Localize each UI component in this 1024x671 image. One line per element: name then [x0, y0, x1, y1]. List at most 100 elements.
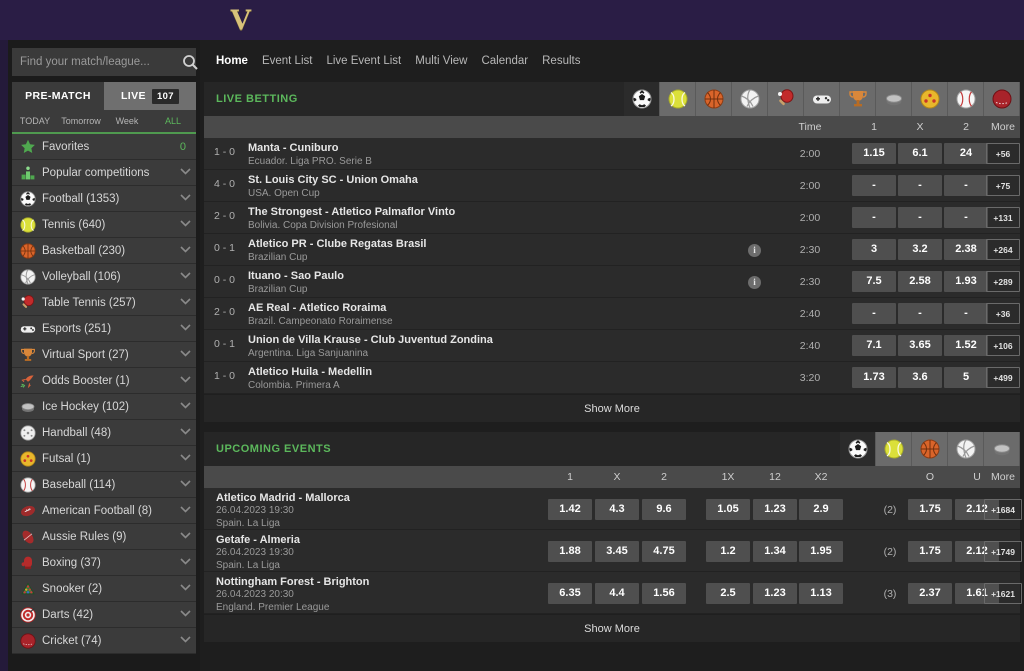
sidebar-item-baseball-114[interactable]: Baseball (114)	[12, 472, 196, 498]
live-event-row[interactable]: 1 - 0 Atletico Huila - Medellin Colombia. …	[204, 362, 1020, 394]
event-teams[interactable]: Getafe - Almeria	[216, 534, 300, 546]
chevron-down-icon[interactable]	[174, 531, 196, 542]
odd-button-1x2[interactable]: 3.45	[595, 541, 639, 562]
odd-button-double-chance[interactable]: 2.9	[799, 499, 843, 520]
odd-button[interactable]: -	[944, 175, 988, 196]
odd-button[interactable]: 24	[944, 143, 988, 164]
nav-item-results[interactable]: Results	[542, 55, 580, 67]
more-markets-button[interactable]: +289	[986, 271, 1020, 292]
more-markets-button[interactable]: +56	[986, 143, 1020, 164]
sidebar-item-popular-competitions[interactable]: Popular competitions	[12, 160, 196, 186]
event-teams[interactable]: Manta - Cuniburo	[248, 142, 338, 154]
chevron-down-icon[interactable]	[174, 583, 196, 594]
odd-button[interactable]: -	[898, 207, 942, 228]
live-event-row[interactable]: 0 - 1 Atletico PR - Clube Regatas Brasil B…	[204, 234, 1020, 266]
more-markets-button[interactable]: +1684	[984, 499, 1022, 520]
event-teams[interactable]: Atletico PR - Clube Regatas Brasil	[248, 238, 427, 250]
odd-button[interactable]: -	[852, 175, 896, 196]
sport-tab-football[interactable]	[840, 432, 876, 466]
chevron-down-icon[interactable]	[174, 557, 196, 568]
upcoming-show-more-button[interactable]: Show More	[204, 614, 1020, 642]
live-event-row[interactable]: 4 - 0 St. Louis City SC - Union Omaha USA.…	[204, 170, 1020, 202]
sport-tab-baseball[interactable]	[948, 82, 984, 116]
odd-button-double-chance[interactable]: 1.13	[799, 583, 843, 604]
odd-button-over-under[interactable]: 2.37	[908, 583, 952, 604]
odd-button[interactable]: 1.73	[852, 367, 896, 388]
odd-button[interactable]: 3.6	[898, 367, 942, 388]
more-markets-button[interactable]: +1749	[984, 541, 1022, 562]
odd-button[interactable]: -	[852, 207, 896, 228]
odd-button[interactable]: 3	[852, 239, 896, 260]
sidebar-item-favorites[interactable]: Favorites 0	[12, 134, 196, 160]
sport-tab-cricket-ball[interactable]	[984, 82, 1020, 116]
sidebar-item-odds-booster-1[interactable]: Odds Booster (1)	[12, 368, 196, 394]
chevron-down-icon[interactable]	[174, 349, 196, 360]
live-event-row[interactable]: 1 - 0 Manta - Cuniburo Ecuador. Liga PRO. …	[204, 138, 1020, 170]
odd-button-double-chance[interactable]: 1.23	[753, 583, 797, 604]
odd-button[interactable]: 7.5	[852, 271, 896, 292]
odd-button-1x2[interactable]: 4.75	[642, 541, 686, 562]
sidebar-tab-live[interactable]: LIVE 107	[104, 82, 196, 110]
odd-button-1x2[interactable]: 4.4	[595, 583, 639, 604]
odd-button[interactable]: 1.15	[852, 143, 896, 164]
odd-button-1x2[interactable]: 9.6	[642, 499, 686, 520]
chevron-down-icon[interactable]	[174, 193, 196, 204]
chevron-down-icon[interactable]	[174, 323, 196, 334]
more-markets-button[interactable]: +106	[986, 335, 1020, 356]
sidebar-item-cricket-74[interactable]: Cricket (74)	[12, 628, 196, 654]
sport-tab-volleyball[interactable]	[732, 82, 768, 116]
odd-button[interactable]: 7.1	[852, 335, 896, 356]
sport-tab-futsal[interactable]	[912, 82, 948, 116]
odd-button-double-chance[interactable]: 1.23	[753, 499, 797, 520]
chevron-down-icon[interactable]	[174, 219, 196, 230]
event-teams[interactable]: Ituano - Sao Paulo	[248, 270, 344, 282]
event-teams[interactable]: Union de Villa Krause - Club Juventud Zo…	[248, 334, 493, 346]
more-markets-button[interactable]: +131	[986, 207, 1020, 228]
brand-logo[interactable]: V	[227, 5, 255, 35]
chevron-down-icon[interactable]	[174, 271, 196, 282]
more-markets-button[interactable]: +75	[986, 175, 1020, 196]
chevron-down-icon[interactable]	[174, 167, 196, 178]
sport-tab-tennis[interactable]	[660, 82, 696, 116]
nav-item-event-list[interactable]: Event List	[262, 55, 313, 67]
event-teams[interactable]: St. Louis City SC - Union Omaha	[248, 174, 418, 186]
odd-button[interactable]: 2.38	[944, 239, 988, 260]
event-teams[interactable]: Atletico Madrid - Mallorca	[216, 492, 350, 504]
odd-button-1x2[interactable]: 4.3	[595, 499, 639, 520]
sidebar-item-esports-251[interactable]: Esports (251)	[12, 316, 196, 342]
sidebar-item-boxing-37[interactable]: Boxing (37)	[12, 550, 196, 576]
chevron-down-icon[interactable]	[174, 297, 196, 308]
sidebar-item-football-1353[interactable]: Football (1353)	[12, 186, 196, 212]
odd-button[interactable]: 6.1	[898, 143, 942, 164]
odd-button-over-under[interactable]: 1.75	[908, 541, 952, 562]
upcoming-event-row[interactable]: Getafe - Almeria 26.04.2023 19:30 Spain. L…	[204, 530, 1022, 572]
sidebar-item-handball-48[interactable]: Handball (48)	[12, 420, 196, 446]
odd-button-double-chance[interactable]: 1.95	[799, 541, 843, 562]
odd-button[interactable]: -	[944, 207, 988, 228]
sidebar-item-futsal-1[interactable]: Futsal (1)	[12, 446, 196, 472]
odd-button[interactable]: -	[898, 303, 942, 324]
sport-tab-hockey-puck[interactable]	[984, 432, 1020, 466]
nav-item-live-event-list[interactable]: Live Event List	[326, 55, 401, 67]
odd-button[interactable]: 3.2	[898, 239, 942, 260]
odd-button-1x2[interactable]: 1.88	[548, 541, 592, 562]
live-event-row[interactable]: 2 - 0 AE Real - Atletico Roraima Brazil. C…	[204, 298, 1020, 330]
more-markets-button[interactable]: +264	[986, 239, 1020, 260]
event-teams[interactable]: The Strongest - Atletico Palmaflor Vinto	[248, 206, 455, 218]
sidebar-item-darts-42[interactable]: Darts (42)	[12, 602, 196, 628]
chevron-down-icon[interactable]	[174, 453, 196, 464]
odd-button-double-chance[interactable]: 1.34	[753, 541, 797, 562]
nav-item-home[interactable]: Home	[216, 55, 248, 67]
chevron-down-icon[interactable]	[174, 245, 196, 256]
sidebar-item-volleyball-106[interactable]: Volleyball (106)	[12, 264, 196, 290]
sidebar-item-table-tennis-257[interactable]: Table Tennis (257)	[12, 290, 196, 316]
sport-tab-tennis[interactable]	[876, 432, 912, 466]
chevron-down-icon[interactable]	[174, 505, 196, 516]
info-icon[interactable]: i	[748, 244, 761, 257]
sidebar-item-aussie-rules-9[interactable]: Aussie Rules (9)	[12, 524, 196, 550]
odd-button-double-chance[interactable]: 1.05	[706, 499, 750, 520]
live-event-row[interactable]: 0 - 0 Ituano - Sao Paulo Brazilian Cup i 2:3…	[204, 266, 1020, 298]
sport-tab-hockey-puck[interactable]	[876, 82, 912, 116]
odd-button[interactable]: -	[898, 175, 942, 196]
live-event-row[interactable]: 2 - 0 The Strongest - Atletico Palmaflor …	[204, 202, 1020, 234]
